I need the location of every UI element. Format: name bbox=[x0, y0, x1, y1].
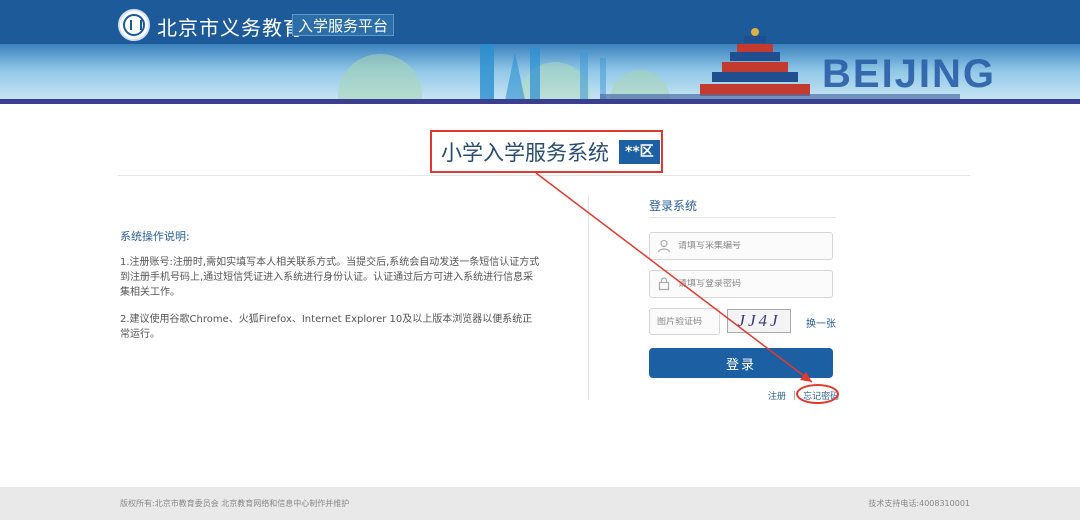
page: BEIJING 北京市义务教育 入学服务平台 小学入学服务系统 **区 系统操作… bbox=[0, 0, 1080, 520]
username-field[interactable] bbox=[649, 232, 833, 260]
footer-support-phone: 技术支持电话:4008310001 bbox=[868, 499, 970, 508]
district-badge: **区 bbox=[619, 139, 660, 164]
password-field[interactable] bbox=[649, 270, 833, 298]
beijing-text: BEIJING bbox=[822, 52, 997, 96]
brand-title[interactable]: 北京市义务教育 bbox=[157, 12, 304, 41]
forgot-password-highlight bbox=[796, 384, 839, 404]
instructions-item-register: 1.注册账号:注册时,需如实填写本人相关联系方式。当提交后,系统会自动发送一条短… bbox=[120, 257, 540, 298]
title-divider bbox=[118, 175, 970, 176]
system-title-highlight: 小学入学服务系统 **区 bbox=[430, 130, 663, 173]
refresh-captcha-link[interactable]: 换一张 bbox=[806, 315, 836, 330]
instructions-heading: 系统操作说明: bbox=[120, 230, 190, 243]
brand-tag: 入学服务平台 bbox=[292, 14, 395, 36]
education-logo-icon[interactable] bbox=[118, 9, 150, 41]
username-input[interactable] bbox=[678, 241, 828, 251]
login-title: 登录系统 bbox=[649, 199, 698, 213]
lock-icon bbox=[650, 277, 678, 291]
user-icon bbox=[650, 239, 678, 253]
panel-divider bbox=[588, 195, 589, 400]
header-banner: BEIJING 北京市义务教育 入学服务平台 bbox=[0, 0, 1080, 104]
captcha-field[interactable] bbox=[649, 308, 720, 335]
system-title: 小学入学服务系统 bbox=[441, 140, 609, 165]
login-button[interactable]: 登录 bbox=[649, 348, 833, 378]
password-input[interactable] bbox=[678, 279, 828, 289]
captcha-input[interactable] bbox=[657, 316, 717, 327]
register-link[interactable]: 注册 bbox=[768, 389, 786, 402]
footer-copyright: 版权所有:北京市教育委员会 北京教育网络和信息中心制作并维护 bbox=[120, 499, 350, 508]
captcha-image[interactable]: JJ4J bbox=[727, 309, 791, 333]
login-title-divider bbox=[649, 217, 836, 218]
instructions-item-browser: 2.建议使用谷歌Chrome、火狐Firefox、Internet Explor… bbox=[120, 314, 533, 340]
header-bottom-border bbox=[0, 99, 1080, 104]
